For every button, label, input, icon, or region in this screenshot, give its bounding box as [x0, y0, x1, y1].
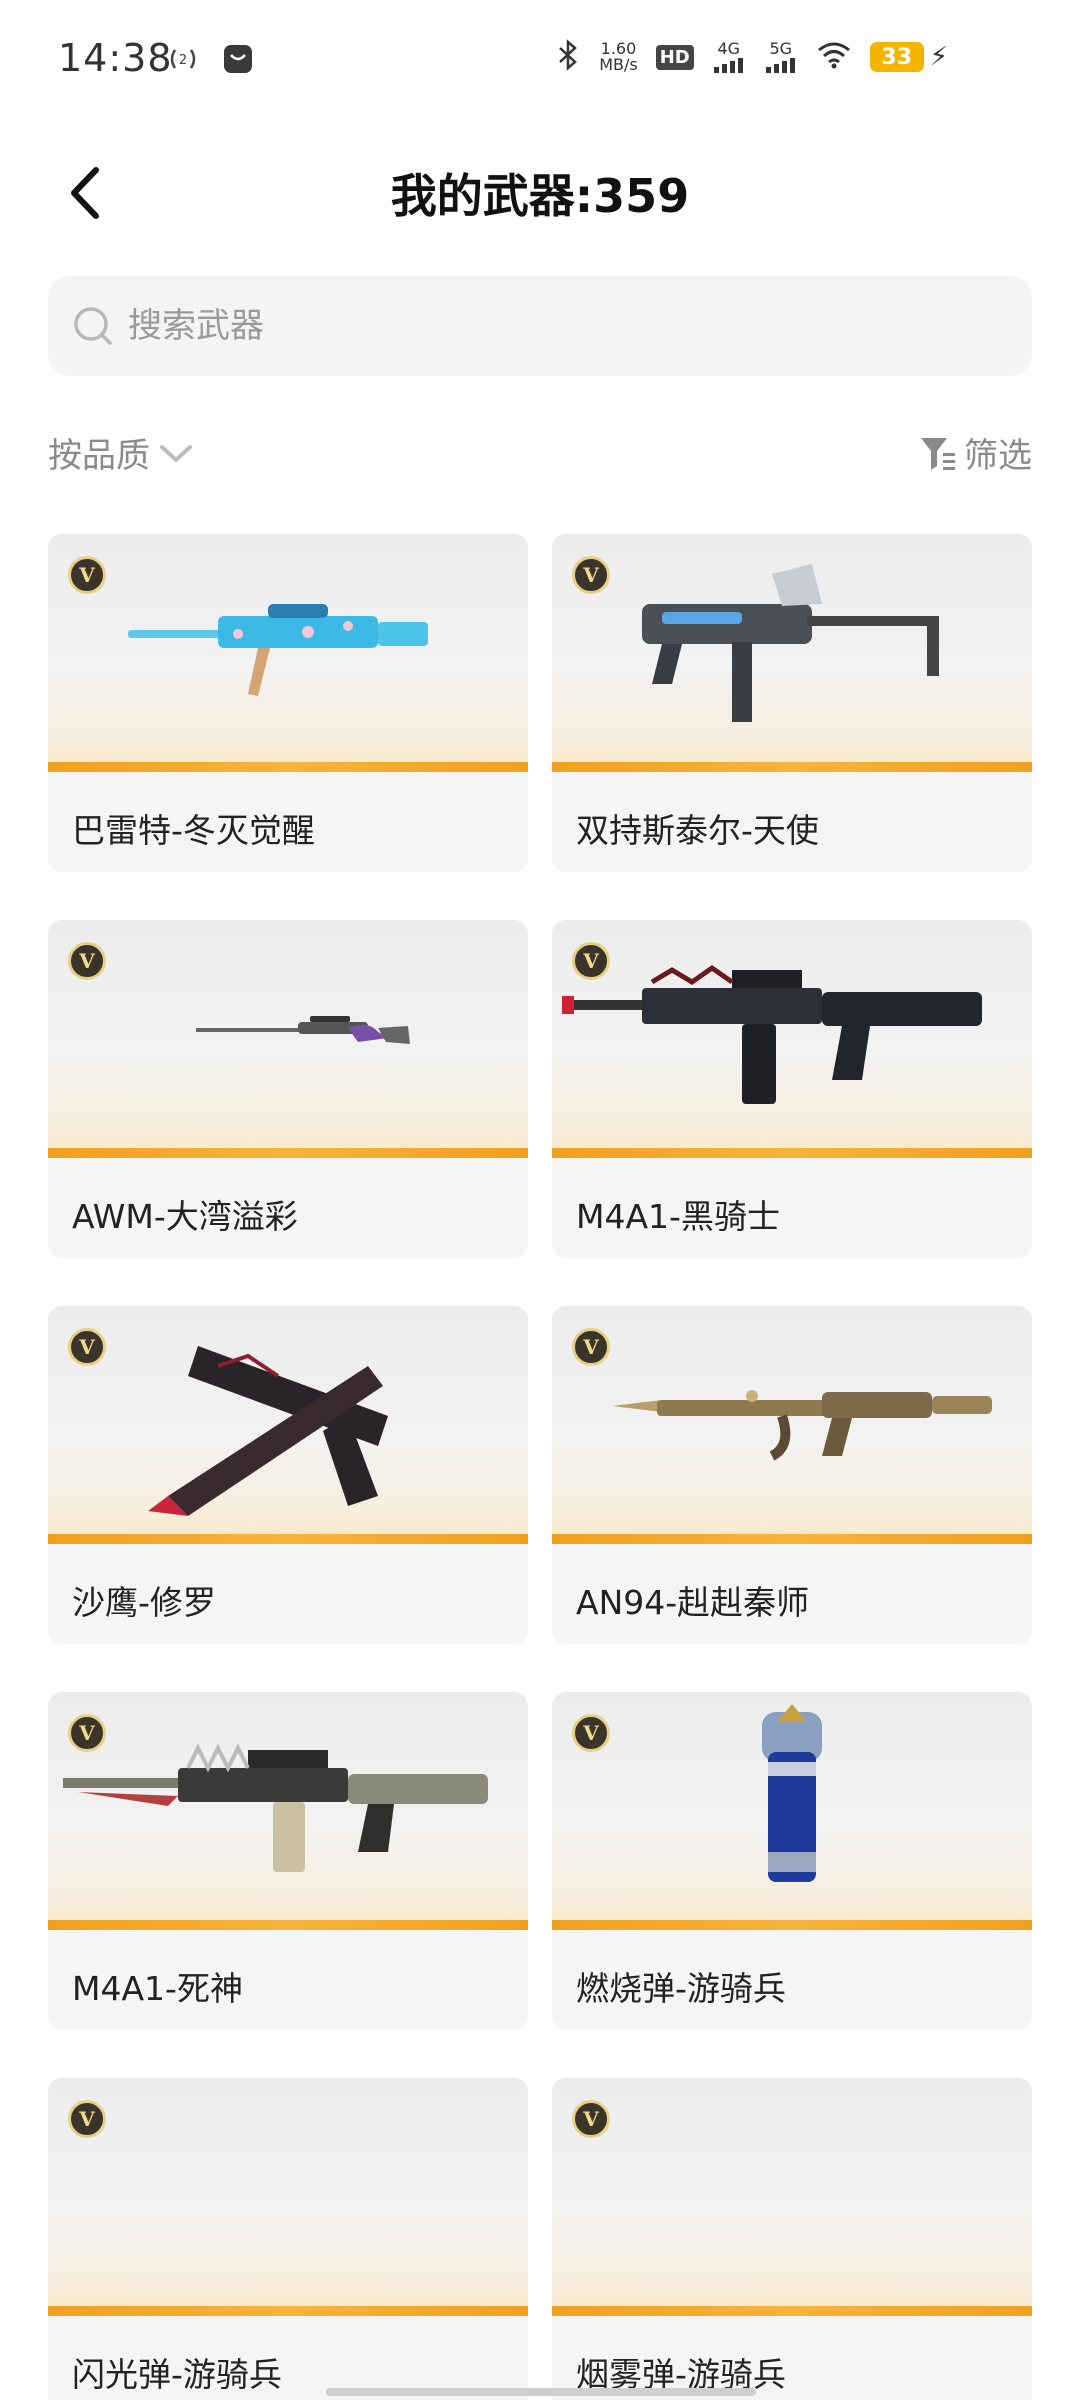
- hotspot-icon: 2: [166, 42, 200, 80]
- weapon-image-area: [48, 2078, 528, 2316]
- charging-icon: ⚡︎: [929, 42, 948, 72]
- weapon-name: AN94-赳赳秦师: [576, 1583, 810, 1622]
- weapon-card[interactable]: V 闪光弹-游骑兵: [48, 2078, 528, 2400]
- sort-by-quality-dropdown[interactable]: 按品质: [48, 428, 194, 477]
- search-input[interactable]: [128, 306, 928, 346]
- wifi-icon: [816, 40, 852, 74]
- awm-rifle-image: [196, 1016, 410, 1044]
- battery-indicator: 33 ⚡︎: [869, 42, 948, 72]
- status-time: 14:38: [58, 36, 173, 80]
- search-bar[interactable]: [48, 276, 1032, 376]
- filter-icon: [921, 437, 955, 470]
- weapon-card[interactable]: V 巴雷特-冬灭觉醒: [48, 534, 528, 872]
- weapon-image-area: [552, 2078, 1032, 2316]
- bluetooth-icon: [555, 38, 581, 76]
- home-indicator[interactable]: [326, 2388, 756, 2396]
- incendiary-grenade-image: [762, 1704, 822, 1882]
- filter-label: 筛选: [964, 436, 1032, 476]
- weapon-card[interactable]: V AWM-大湾溢彩: [48, 920, 528, 1258]
- vip-badge-icon: V: [572, 2100, 610, 2138]
- status-bar: 14:38 2 1.60 MB/s HD 4G 5G 33 ⚡︎: [0, 0, 1080, 120]
- m4a1-reaper-image: [63, 1743, 488, 1872]
- sort-label: 按品质: [48, 436, 150, 476]
- weapon-name: 燃烧弹-游骑兵: [576, 1969, 786, 2008]
- weapon-name: M4A1-死神: [72, 1969, 243, 2008]
- svg-text:2: 2: [179, 53, 187, 68]
- weapon-name: M4A1-黑骑士: [576, 1197, 780, 1236]
- sniper-rifle-image: [128, 604, 428, 696]
- weapon-name: AWM-大湾溢彩: [72, 1197, 298, 1236]
- an94-rifle-image: [612, 1390, 992, 1461]
- weapon-card[interactable]: V M4A1-死神: [48, 1692, 528, 2030]
- chevron-down-icon: [160, 444, 192, 462]
- search-icon: [74, 307, 112, 345]
- vip-badge-icon: V: [572, 1328, 610, 1366]
- weapon-name: 巴雷特-冬灭觉醒: [72, 811, 315, 850]
- desert-eagle-image: [148, 1346, 388, 1516]
- smg-image: [642, 564, 939, 722]
- vip-badge-icon: V: [68, 2100, 106, 2138]
- vip-badge-icon: V: [68, 556, 106, 594]
- notification-icon: [222, 43, 254, 79]
- signal-5g-icon: 5G: [764, 41, 798, 73]
- weapon-card[interactable]: V 沙鹰-修罗: [48, 1306, 528, 1644]
- weapon-card[interactable]: V 双持斯泰尔-天使: [552, 534, 1032, 872]
- vip-badge-icon: V: [572, 1714, 610, 1752]
- signal-4g-icon: 4G: [712, 41, 746, 73]
- weapon-name: 沙鹰-修罗: [72, 1583, 216, 1622]
- vip-badge-icon: V: [68, 1328, 106, 1366]
- weapon-card[interactable]: V 烟雾弹-游骑兵: [552, 2078, 1032, 2400]
- page-title: 我的武器:359: [390, 169, 690, 223]
- weapon-name: 闪光弹-游骑兵: [72, 2355, 282, 2394]
- weapon-card[interactable]: V M4A1-黑骑士: [552, 920, 1032, 1258]
- weapon-card[interactable]: V AN94-赳赳秦师: [552, 1306, 1032, 1644]
- vip-badge-icon: V: [68, 1714, 106, 1752]
- hd-voice-icon: HD: [655, 44, 694, 70]
- weapon-grid: V 巴雷特-冬灭觉醒 V 双持斯泰尔-天使 V AWM-大湾溢彩 V M4A1-…: [48, 534, 1032, 2400]
- weapon-card[interactable]: V 燃烧弹-游骑兵: [552, 1692, 1032, 2030]
- vip-badge-icon: V: [68, 942, 106, 980]
- vip-badge-icon: V: [572, 556, 610, 594]
- battery-level: 33: [869, 42, 924, 72]
- vip-badge-icon: V: [572, 942, 610, 980]
- weapon-name: 双持斯泰尔-天使: [576, 811, 819, 850]
- filter-button[interactable]: 筛选: [918, 428, 1032, 477]
- m4a1-rifle-image: [562, 964, 982, 1104]
- net-speed-unit: MB/s: [599, 55, 638, 74]
